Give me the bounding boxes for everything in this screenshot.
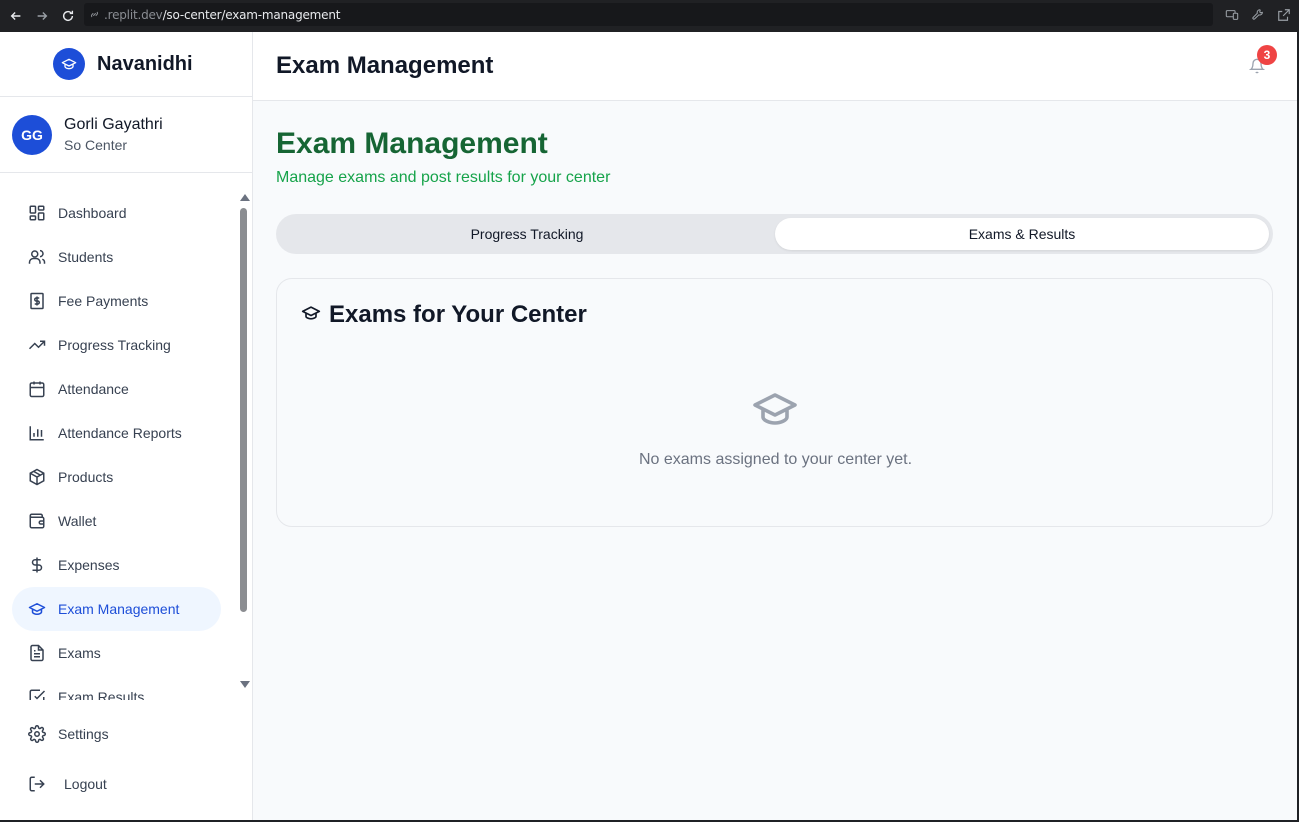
sidebar-item-label: Progress Tracking (58, 337, 171, 353)
trending-up-icon (28, 336, 46, 354)
sidebar-item-label: Exams (58, 645, 101, 661)
wallet-icon (28, 512, 46, 530)
user-profile: GG Gorli Gayathri So Center (0, 97, 252, 173)
scroll-up-arrow-icon[interactable] (240, 194, 250, 201)
settings-button[interactable]: Settings (12, 712, 221, 756)
sidebar-item-wallet[interactable]: Wallet (12, 499, 221, 543)
sidebar-item-label: Dashboard (58, 205, 127, 221)
sidebar-item-label: Expenses (58, 557, 120, 573)
sidebar-item-progress-tracking[interactable]: Progress Tracking (12, 323, 221, 367)
graduation-cap-icon (751, 385, 799, 433)
gear-icon (28, 725, 46, 743)
scroll-down-arrow-icon[interactable] (240, 681, 250, 688)
url-path: /so-center/exam-management (162, 7, 341, 22)
page-subtitle: Manage exams and post results for your c… (276, 169, 611, 186)
sidebar-item-label: Fee Payments (58, 293, 149, 309)
url-host: .replit.dev (104, 7, 163, 22)
sidebar-item-students[interactable]: Students (12, 235, 221, 279)
tab-exams-results[interactable]: Exams & Results (775, 218, 1269, 250)
sidebar-item-products[interactable]: Products (12, 455, 221, 499)
sidebar-item-attendance-reports[interactable]: Attendance Reports (12, 411, 221, 455)
calendar-icon (28, 380, 46, 398)
settings-label: Settings (58, 726, 109, 742)
browser-toolbar: .replit.dev/so-center/exam-management (0, 0, 1299, 32)
graduation-cap-icon (28, 600, 46, 618)
avatar: GG (12, 114, 52, 155)
app-window: Navanidhi GG Gorli Gayathri So Center Da… (0, 32, 1297, 820)
tab-progress-tracking[interactable]: Progress Tracking (280, 218, 774, 250)
file-text-icon (28, 644, 46, 662)
tab-list: Progress Tracking Exams & Results (276, 214, 1273, 254)
sidebar-item-label: Exam Results (58, 689, 145, 700)
back-arrow-icon[interactable] (9, 9, 23, 23)
dollar-icon (28, 556, 46, 574)
wrench-icon[interactable] (1251, 8, 1265, 27)
receipt-dollar-icon (28, 292, 46, 310)
sidebar-item-exams[interactable]: Exams (12, 631, 221, 675)
package-icon (28, 468, 46, 486)
user-role: So Center (64, 137, 128, 153)
empty-state-message: No exams assigned to your center yet. (638, 451, 913, 468)
logout-label: Logout (64, 776, 107, 792)
brand[interactable]: Navanidhi (0, 32, 252, 97)
sidebar-nav: Dashboard Students Fee Payments Progress… (0, 174, 237, 700)
users-icon (28, 248, 46, 266)
link-icon (90, 11, 99, 18)
sidebar-item-label: Attendance Reports (58, 425, 182, 441)
logout-button[interactable]: Logout (12, 762, 221, 806)
address-bar[interactable]: .replit.dev/so-center/exam-management (84, 3, 1213, 26)
forward-arrow-icon[interactable] (35, 9, 49, 23)
card-title: Exams for Your Center (329, 301, 587, 328)
sidebar-item-dashboard[interactable]: Dashboard (12, 191, 221, 235)
reload-icon[interactable] (61, 9, 75, 23)
url-text: .replit.dev/so-center/exam-management (104, 8, 340, 22)
logout-icon (28, 775, 46, 793)
sidebar-item-label: Products (58, 469, 114, 485)
brand-name: Navanidhi (97, 52, 193, 75)
header-title: Exam Management (276, 52, 494, 79)
external-link-icon[interactable] (1277, 8, 1291, 27)
sidebar-item-exam-management[interactable]: Exam Management (12, 587, 221, 631)
devices-icon[interactable] (1225, 8, 1239, 27)
graduation-cap-icon (301, 303, 321, 328)
notification-badge[interactable]: 3 (1257, 45, 1277, 65)
page-title: Exam Management (276, 127, 548, 160)
top-header: Exam Management 3 (253, 32, 1297, 101)
scrollbar-thumb[interactable] (240, 208, 247, 612)
sidebar-item-label: Students (58, 249, 114, 265)
check-square-icon (28, 688, 46, 700)
sidebar-item-label: Wallet (58, 513, 97, 529)
sidebar: Navanidhi GG Gorli Gayathri So Center Da… (0, 32, 253, 820)
sidebar-item-expenses[interactable]: Expenses (12, 543, 221, 587)
sidebar-item-label: Exam Management (58, 601, 180, 617)
dashboard-icon (28, 204, 46, 222)
exams-card: Exams for Your Center No exams assigned … (276, 278, 1273, 527)
bar-chart-icon (28, 424, 46, 442)
sidebar-item-attendance[interactable]: Attendance (12, 367, 221, 411)
user-name: Gorli Gayathri (64, 116, 163, 133)
graduation-cap-icon (53, 48, 85, 80)
sidebar-scrollbar[interactable] (238, 190, 251, 690)
sidebar-item-fee-payments[interactable]: Fee Payments (12, 279, 221, 323)
sidebar-item-label: Attendance (58, 381, 129, 397)
sidebar-item-exam-results[interactable]: Exam Results (12, 675, 221, 700)
